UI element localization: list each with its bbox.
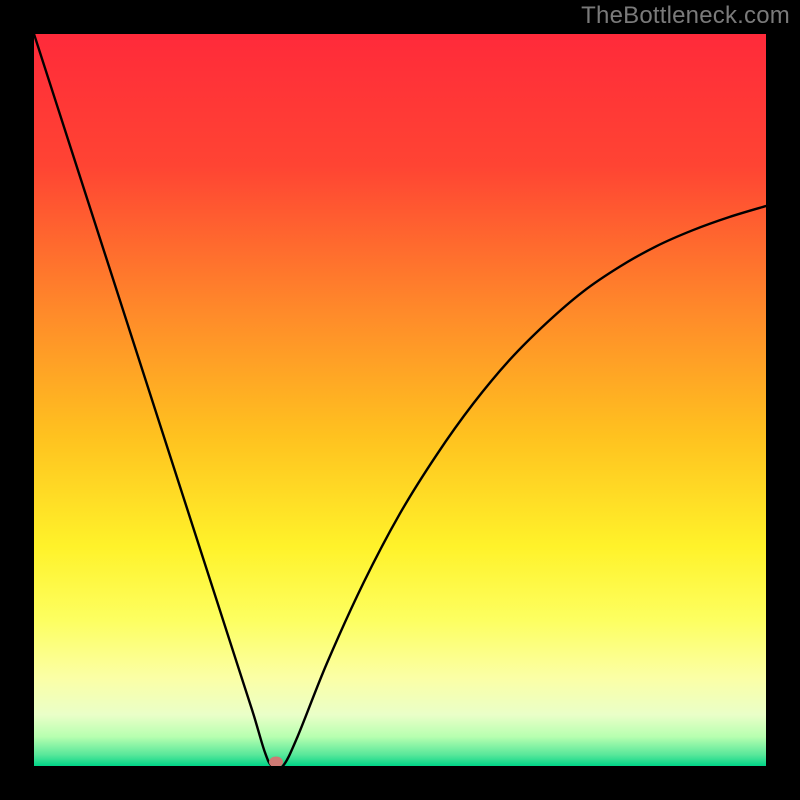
minimum-marker [269, 757, 283, 766]
chart-frame: TheBottleneck.com [0, 0, 800, 800]
plot-area [34, 34, 766, 766]
bottleneck-curve [34, 34, 766, 766]
watermark-text: TheBottleneck.com [581, 2, 790, 30]
